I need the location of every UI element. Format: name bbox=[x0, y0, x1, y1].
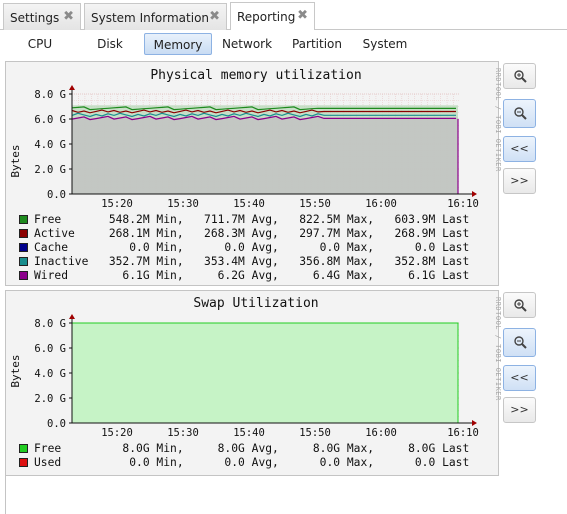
swap-back-button[interactable]: << bbox=[503, 365, 536, 391]
swap-x-tick-label: 16:00 bbox=[365, 427, 397, 439]
swap-legend-swatch bbox=[19, 444, 28, 453]
memory-y-tick-label: 0.0 bbox=[47, 189, 66, 201]
swap-x-tick-label: 15:20 bbox=[101, 427, 133, 439]
swap-y-tick-label: 8.0 G bbox=[34, 318, 66, 330]
swap-zoom-in-button[interactable] bbox=[503, 292, 536, 318]
memory-legend-row: Wired 6.1G Min, 6.2G Avg, 6.4G Max, 6.1G… bbox=[19, 269, 469, 283]
memory-y-tick-label: 4.0 G bbox=[34, 139, 66, 151]
rrdtool-credit: RRDTOOL / TOBI OETIKER bbox=[494, 297, 502, 401]
swap-y-tick-label: 0.0 bbox=[47, 418, 66, 430]
swap-legend-row: Used 0.0 Min, 0.0 Avg, 0.0 Max, 0.0 Last bbox=[19, 456, 469, 470]
zoom-out-icon bbox=[513, 336, 527, 349]
tab-reporting[interactable]: Reporting ✖ bbox=[230, 2, 315, 30]
tab-system-information[interactable]: System Information ✖ bbox=[84, 3, 227, 30]
swap-y-tick-label: 6.0 G bbox=[34, 343, 66, 355]
memory-zoom-in-button[interactable] bbox=[503, 63, 536, 89]
memory-wired-area bbox=[72, 117, 458, 194]
memory-y-tick-label: 6.0 G bbox=[34, 114, 66, 126]
subtab-memory[interactable]: Memory bbox=[144, 33, 212, 55]
swap-y-tick-label: 2.0 G bbox=[34, 393, 66, 405]
memory-legend-row: Inactive 352.7M Min, 353.4M Avg, 356.8M … bbox=[19, 255, 469, 269]
memory-legend-swatch bbox=[19, 257, 28, 266]
swap-x-tick-label: 16:10 bbox=[447, 427, 479, 439]
close-icon[interactable]: ✖ bbox=[297, 8, 308, 23]
tab-label: Settings bbox=[10, 11, 60, 25]
swap-y-tick-label: 4.0 G bbox=[34, 368, 66, 380]
subtab-network[interactable]: Network bbox=[218, 33, 276, 55]
memory-plot-area: 8.0 G 6.0 G 4.0 G 2.0 G 0.0 15:20 15:30 15:40 15… bbox=[34, 85, 479, 210]
reporting-subtabs: CPU Disk Memory Network Partition System bbox=[0, 30, 567, 58]
close-icon[interactable]: ✖ bbox=[209, 9, 220, 24]
memory-legend-swatch bbox=[19, 243, 28, 252]
zoom-in-icon bbox=[513, 299, 527, 312]
frame-border bbox=[5, 476, 6, 514]
memory-x-arrow bbox=[472, 191, 477, 197]
swap-zoom-out-button[interactable] bbox=[503, 328, 536, 357]
swap-legend-row: Free 8.0G Min, 8.0G Avg, 8.0G Max, 8.0G … bbox=[19, 442, 469, 456]
swap-y-axis-label: Bytes bbox=[9, 354, 22, 387]
memory-y-tick-label: 2.0 G bbox=[34, 164, 66, 176]
swap-x-tick-label: 15:40 bbox=[233, 427, 265, 439]
swap-y-arrow bbox=[69, 314, 75, 319]
memory-legend-text: Cache 0.0 Min, 0.0 Avg, 0.0 Max, 0.0 Las… bbox=[34, 241, 470, 254]
memory-legend-text: Inactive 352.7M Min, 353.4M Avg, 356.8M … bbox=[34, 255, 470, 268]
memory-chart-title: Physical memory utilization bbox=[150, 68, 361, 83]
swap-chart-title: Swap Utilization bbox=[193, 296, 318, 311]
memory-x-tick-label: 15:40 bbox=[233, 198, 265, 210]
tab-label: Reporting bbox=[237, 10, 296, 24]
subtab-partition[interactable]: Partition bbox=[286, 33, 348, 55]
memory-legend-text: Wired 6.1G Min, 6.2G Avg, 6.4G Max, 6.1G… bbox=[34, 269, 470, 282]
memory-legend-text: Free 548.2M Min, 711.7M Avg, 822.5M Max,… bbox=[34, 213, 470, 226]
memory-legend-swatch bbox=[19, 215, 28, 224]
swap-plot-area: 8.0 G 6.0 G 4.0 G 2.0 G 0.0 15:20 15:30 15:40 15… bbox=[34, 314, 479, 439]
subtab-system[interactable]: System bbox=[358, 33, 412, 55]
memory-x-tick-label: 15:20 bbox=[101, 198, 133, 210]
memory-legend-text: Active 268.1M Min, 268.3M Avg, 297.7M Ma… bbox=[34, 227, 470, 240]
memory-graph-panel: Physical memory utilization Bytes 8.0 G 6… bbox=[5, 61, 502, 286]
swap-legend-text: Free 8.0G Min, 8.0G Avg, 8.0G Max, 8.0G … bbox=[34, 442, 470, 455]
memory-legend-row: Active 268.1M Min, 268.3M Avg, 297.7M Ma… bbox=[19, 227, 469, 241]
swap-graph-panel: Swap Utilization Bytes 8.0 G 6.0 G 4.0 G 2.… bbox=[5, 290, 502, 476]
swap-x-tick-label: 15:50 bbox=[299, 427, 331, 439]
memory-zoom-out-button[interactable] bbox=[503, 99, 536, 128]
close-icon[interactable]: ✖ bbox=[63, 9, 74, 24]
memory-forward-button[interactable]: >> bbox=[503, 168, 536, 194]
subtab-cpu[interactable]: CPU bbox=[16, 33, 64, 55]
zoom-in-icon bbox=[513, 70, 527, 83]
subtab-disk[interactable]: Disk bbox=[86, 33, 134, 55]
tab-settings[interactable]: Settings ✖ bbox=[3, 3, 81, 30]
swap-forward-button[interactable]: >> bbox=[503, 397, 536, 423]
memory-y-tick-label: 8.0 G bbox=[34, 89, 66, 101]
swap-free-area bbox=[71, 322, 459, 424]
memory-y-arrow bbox=[69, 85, 75, 90]
zoom-out-icon bbox=[513, 107, 527, 120]
rrdtool-credit: RRDTOOL / TOBI OETIKER bbox=[494, 68, 502, 172]
swap-x-tick-label: 15:30 bbox=[167, 427, 199, 439]
memory-x-tick-label: 16:00 bbox=[365, 198, 397, 210]
memory-legend-swatch bbox=[19, 229, 28, 238]
tab-bar: Settings ✖ System Information ✖ Reportin… bbox=[0, 0, 567, 30]
memory-y-axis-label: Bytes bbox=[9, 144, 22, 177]
swap-legend-text: Used 0.0 Min, 0.0 Avg, 0.0 Max, 0.0 Last bbox=[34, 456, 470, 469]
memory-legend-row: Free 548.2M Min, 711.7M Avg, 822.5M Max,… bbox=[19, 213, 469, 227]
memory-legend-row: Cache 0.0 Min, 0.0 Avg, 0.0 Max, 0.0 Las… bbox=[19, 241, 469, 255]
memory-back-button[interactable]: << bbox=[503, 136, 536, 162]
memory-x-tick-label: 15:30 bbox=[167, 198, 199, 210]
memory-x-tick-label: 16:10 bbox=[447, 198, 479, 210]
swap-legend-swatch bbox=[19, 458, 28, 467]
memory-legend-swatch bbox=[19, 271, 28, 280]
memory-x-tick-label: 15:50 bbox=[299, 198, 331, 210]
swap-x-arrow bbox=[472, 420, 477, 426]
tab-label: System Information bbox=[91, 11, 210, 25]
